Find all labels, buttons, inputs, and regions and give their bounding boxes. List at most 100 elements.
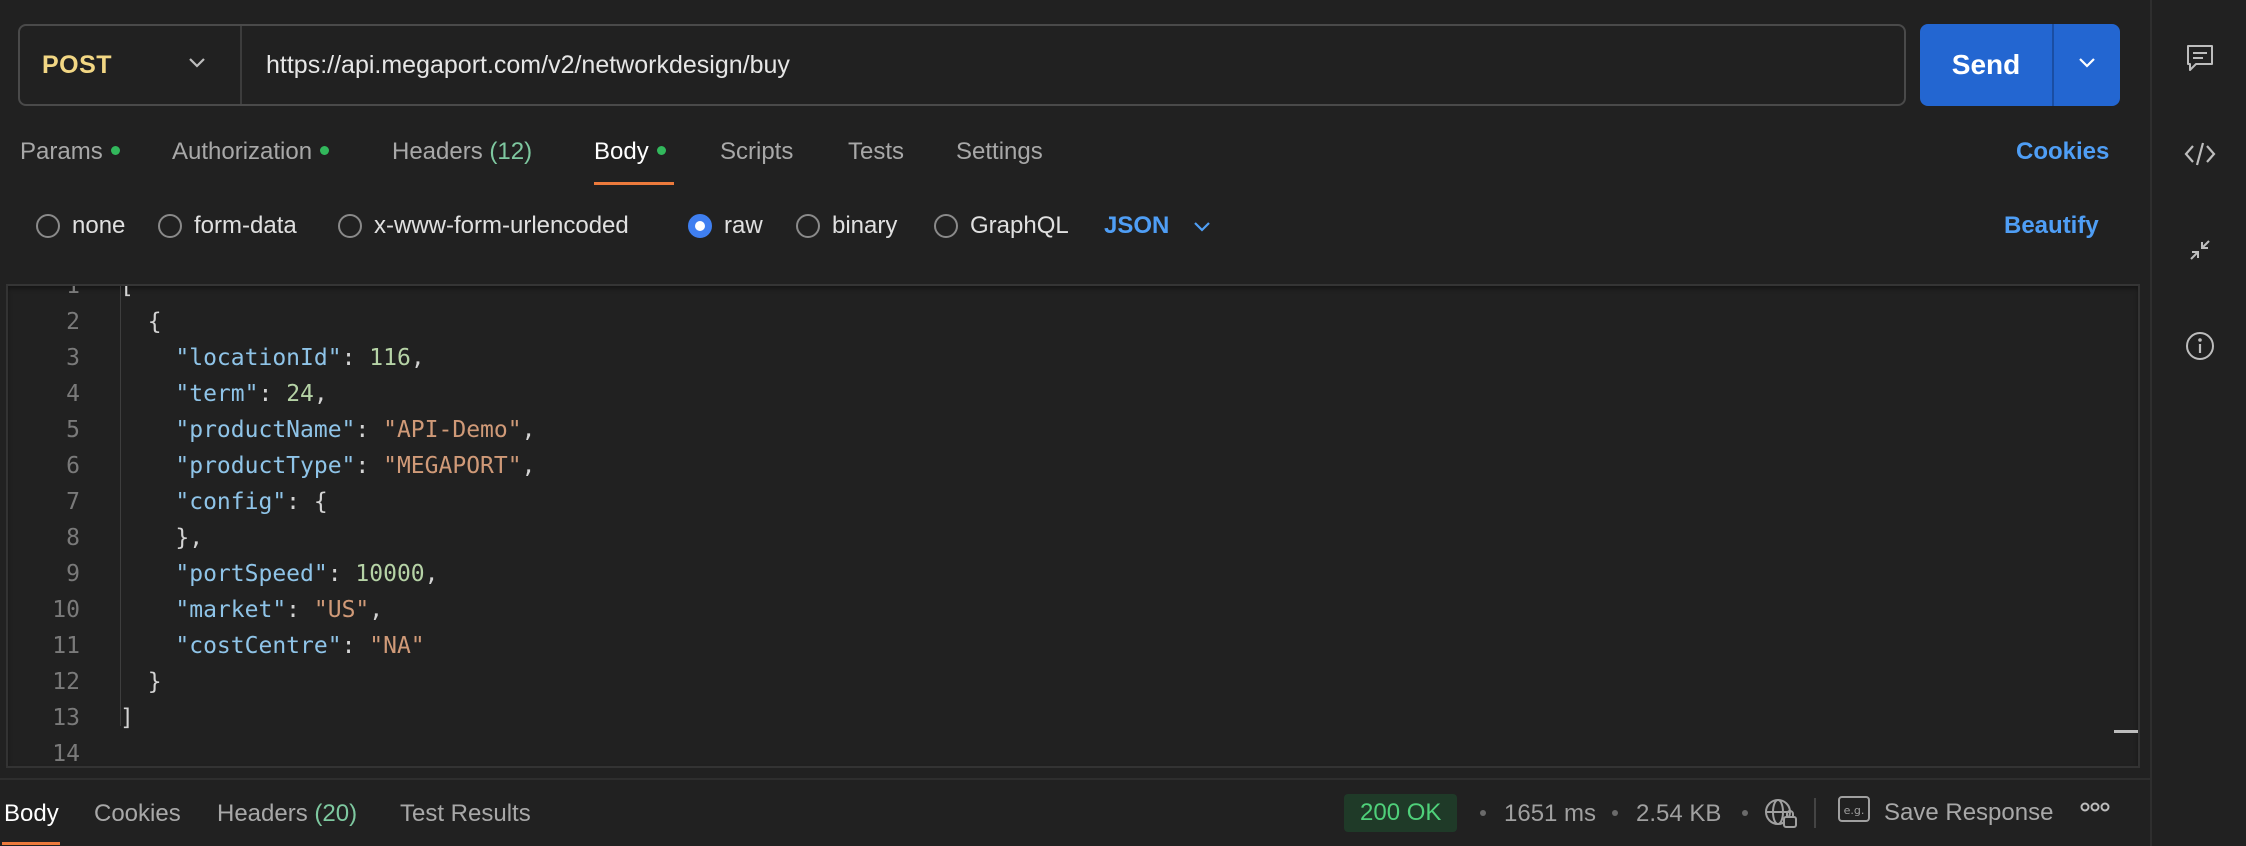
radio-label: form-data bbox=[194, 212, 297, 239]
right-sidebar bbox=[2150, 0, 2246, 846]
code-line: 7 "config": { bbox=[8, 484, 2108, 520]
json-key: "market" bbox=[175, 597, 287, 623]
svg-text:e.g.: e.g. bbox=[1844, 804, 1865, 817]
radio-label: GraphQL bbox=[970, 212, 1069, 239]
info-icon[interactable] bbox=[2180, 326, 2220, 366]
line-number: 11 bbox=[52, 633, 80, 659]
headers-count: (20) bbox=[314, 800, 358, 827]
code-text: [ bbox=[120, 284, 134, 299]
tab-label: Scripts bbox=[720, 138, 794, 165]
radio-button-selected[interactable] bbox=[688, 214, 712, 238]
line-number: 10 bbox=[52, 597, 80, 623]
json-value: "API-Demo" bbox=[383, 417, 522, 443]
chevron-down-icon bbox=[188, 56, 206, 74]
body-type-urlencoded[interactable]: x-www-form-urlencoded bbox=[338, 212, 629, 240]
json-value: "MEGAPORT" bbox=[383, 453, 522, 479]
network-lock-icon[interactable] bbox=[1764, 798, 1798, 835]
punctuation: , bbox=[369, 597, 384, 623]
separator-dot bbox=[1742, 810, 1748, 816]
method-label: POST bbox=[42, 50, 113, 79]
comment-icon[interactable] bbox=[2180, 38, 2220, 78]
code-line: 4 "term": 24, bbox=[8, 376, 2108, 412]
line-number: 5 bbox=[66, 417, 80, 443]
code-line: 5 "productName": "API-Demo", bbox=[8, 412, 2108, 448]
tab-headers[interactable]: Headers (12) bbox=[392, 138, 532, 166]
response-tab-test-results[interactable]: Test Results bbox=[400, 800, 531, 828]
response-size: 2.54 KB bbox=[1636, 800, 1722, 827]
line-number: 12 bbox=[52, 669, 80, 695]
code-line: 2 { bbox=[8, 304, 2108, 340]
punctuation: , bbox=[410, 345, 425, 371]
body-type-binary[interactable]: binary bbox=[796, 212, 897, 240]
tab-label: Headers bbox=[217, 800, 308, 827]
response-tab-cookies[interactable]: Cookies bbox=[94, 800, 181, 828]
body-type-none[interactable]: none bbox=[36, 212, 125, 240]
tab-authorization[interactable]: Authorization bbox=[172, 138, 330, 166]
send-options-button[interactable] bbox=[2054, 24, 2120, 106]
chevron-down-icon bbox=[1193, 212, 1211, 240]
json-key: "productName" bbox=[175, 417, 356, 443]
code-editor[interactable]: 1[2 {3 "locationId": 116, 4 "term": 24, 5 … bbox=[6, 284, 2140, 768]
format-select[interactable]: JSON bbox=[1104, 212, 1211, 240]
example-icon: e.g. bbox=[1838, 796, 1870, 829]
chevron-down-icon bbox=[2078, 56, 2096, 74]
json-value: 24 bbox=[286, 381, 314, 407]
code-text: } bbox=[120, 669, 162, 695]
line-number: 13 bbox=[52, 705, 80, 731]
save-response-button[interactable]: e.g. Save Response bbox=[1838, 796, 2053, 829]
radio-button[interactable] bbox=[158, 214, 182, 238]
radio-button[interactable] bbox=[338, 214, 362, 238]
scrollbar-thumb[interactable] bbox=[2114, 730, 2138, 733]
code-line: 8 }, bbox=[8, 520, 2108, 556]
json-key: "locationId" bbox=[175, 345, 342, 371]
format-label: JSON bbox=[1104, 212, 1170, 239]
collapse-icon[interactable] bbox=[2180, 230, 2220, 270]
radio-button[interactable] bbox=[796, 214, 820, 238]
response-tab-headers[interactable]: Headers (20) bbox=[217, 800, 357, 828]
tab-scripts[interactable]: Scripts bbox=[720, 138, 793, 166]
response-time: 1651 ms bbox=[1504, 800, 1597, 827]
code-text: "productName": "API-Demo", bbox=[175, 417, 536, 443]
code-icon[interactable] bbox=[2180, 134, 2220, 174]
radio-button[interactable] bbox=[934, 214, 958, 238]
radio-label: binary bbox=[832, 212, 898, 239]
body-type-raw[interactable]: raw bbox=[688, 212, 763, 240]
response-tab-body[interactable]: Body bbox=[4, 800, 59, 828]
code-text: "locationId": 116, bbox=[175, 345, 425, 371]
line-number: 14 bbox=[52, 741, 80, 767]
code-line: 3 "locationId": 116, bbox=[8, 340, 2108, 376]
code-text: ] bbox=[120, 705, 134, 731]
url-input[interactable] bbox=[242, 26, 1904, 104]
json-value: 10000 bbox=[355, 561, 425, 587]
cookies-link[interactable]: Cookies bbox=[2016, 138, 2109, 166]
code-line: 1[ bbox=[8, 284, 2108, 304]
beautify-button[interactable]: Beautify bbox=[2004, 212, 2099, 240]
tab-label: Body bbox=[594, 138, 649, 165]
code-line: 6 "productType": "MEGAPORT", bbox=[8, 448, 2108, 484]
tab-params[interactable]: Params bbox=[20, 138, 120, 166]
send-button-group: Send bbox=[1920, 24, 2120, 106]
divider bbox=[1814, 798, 1816, 828]
json-value: "US" bbox=[313, 597, 370, 623]
punctuation: , bbox=[313, 381, 328, 407]
json-key: "portSpeed" bbox=[175, 561, 328, 587]
save-response-label: Save Response bbox=[1884, 798, 2054, 826]
method-select[interactable]: POST bbox=[20, 26, 242, 104]
more-options-icon[interactable] bbox=[2080, 800, 2110, 819]
send-button[interactable]: Send bbox=[1920, 24, 2054, 106]
code-line: 13] bbox=[8, 700, 2108, 736]
tab-body[interactable]: Body bbox=[594, 138, 666, 166]
json-key: "config" bbox=[175, 489, 287, 515]
radio-button[interactable] bbox=[36, 214, 60, 238]
punctuation: , bbox=[424, 561, 439, 587]
tab-settings[interactable]: Settings bbox=[956, 138, 1043, 166]
active-tab-indicator bbox=[2, 842, 60, 845]
code-text: }, bbox=[120, 525, 204, 551]
body-type-graphql[interactable]: GraphQL bbox=[934, 212, 1069, 240]
body-type-form-data[interactable]: form-data bbox=[158, 212, 297, 240]
tab-tests[interactable]: Tests bbox=[848, 138, 904, 166]
line-number: 7 bbox=[66, 489, 80, 515]
line-number: 6 bbox=[66, 453, 80, 479]
json-value: 116 bbox=[369, 345, 411, 371]
active-tab-indicator bbox=[594, 182, 674, 185]
